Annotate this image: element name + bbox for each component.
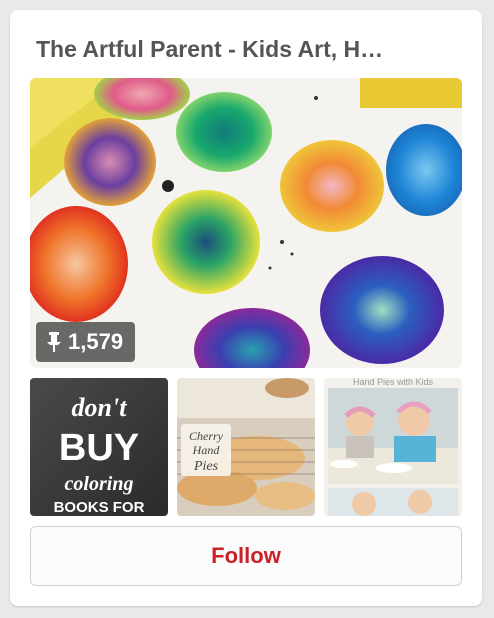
pin-count: 1,579 <box>68 329 124 354</box>
thumbnail-chalkboard[interactable]: don't BUY coloring BOOKS FOR <box>30 378 168 516</box>
pushpin-icon <box>46 331 62 353</box>
chalkboard-text-line-3: coloring <box>65 473 134 495</box>
board-title[interactable]: The Artful Parent - Kids Art, H… <box>36 36 466 63</box>
board-card: The Artful Parent - Kids Art, H… 1,579 d… <box>10 10 482 606</box>
repin-count-badge: 1,579 <box>36 322 136 362</box>
chalkboard-text-line-4: BOOKS FOR <box>54 499 145 516</box>
follow-button[interactable]: Follow <box>30 526 462 586</box>
pies-label-line-3: Pies <box>193 459 219 474</box>
pies-label-line-1: Cherry <box>189 429 224 443</box>
kids-caption: Hand Pies with Kids <box>353 378 434 387</box>
chalkboard-text-line-1: don't <box>72 393 128 422</box>
thumbnail-cherry-hand-pies[interactable]: Cherry Hand Pies <box>177 378 315 516</box>
thumbnail-kids-eating[interactable]: Hand Pies with Kids <box>324 378 462 516</box>
pies-label-line-2: Hand <box>192 443 221 457</box>
chalkboard-text-line-2: BUY <box>59 427 139 469</box>
board-cover-image[interactable]: 1,579 <box>30 78 462 368</box>
